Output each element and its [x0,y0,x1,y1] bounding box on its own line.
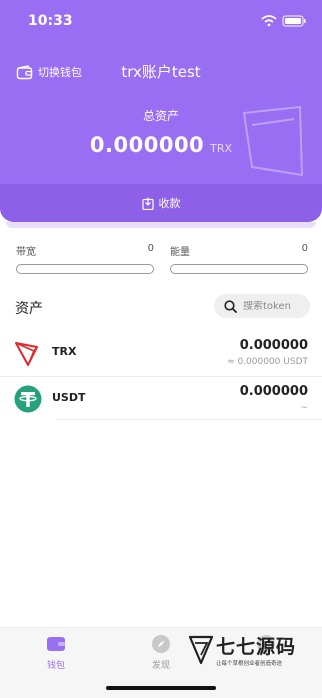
wallet-header-card: 10:33 切换钱包 trx账户test 总资产 0.000000 TRX 收款 [0,0,322,222]
total-assets-unit: TRX [210,142,233,155]
bandwidth-label: 带宽 [16,247,36,258]
watermark-logo-icon [188,635,214,665]
tab-discover-label: 发现 [151,661,170,671]
bandwidth-value: 0 [147,243,154,254]
wallet-name: trx账户test [121,63,201,81]
asset-fiat-value: ~ [300,403,308,413]
assets-title: 资产 [15,301,43,317]
asset-row-trx[interactable]: TRX 0.000000 ≈ 0.000000 USDT [0,330,322,377]
tron-logo-icon [15,342,38,366]
asset-amount: 0.000000 [239,384,308,399]
asset-divider [56,419,322,420]
wifi-icon [261,15,277,27]
bandwidth-progress-bar [16,264,154,274]
asset-amount: 0.000000 [239,338,308,353]
receive-icon [141,197,154,210]
wallet-icon [47,637,65,651]
total-assets-row: 0.000000 TRX [0,133,322,157]
receive-label: 收款 [158,197,181,210]
bandwidth-resource: 带宽 0 [16,243,154,274]
tab-discover[interactable]: 发现 [131,634,191,671]
battery-icon [282,15,306,27]
compass-icon [152,635,170,653]
header-shadow-strip [6,222,316,228]
energy-label: 能量 [170,247,190,258]
receive-button[interactable]: 收款 [0,184,322,222]
asset-symbol: USDT [52,391,86,404]
asset-fiat-value: ≈ 0.000000 USDT [227,357,308,367]
tether-logo-icon [14,385,42,413]
status-bar: 10:33 [0,0,322,40]
total-assets-value: 0.000000 [89,133,205,157]
tab-wallet-label: 钱包 [46,661,65,671]
token-search[interactable] [214,294,310,318]
status-icons [261,15,306,27]
energy-progress-bar [170,264,308,274]
watermark-title: 七七源码 [216,636,297,658]
watermark-subtitle: 让每个草根创业者创造奇迹 [216,661,283,667]
asset-row-usdt[interactable]: USDT 0.000000 ~ [0,376,322,423]
status-time: 10:33 [28,13,73,29]
watermark: 七七源码 让每个草根创业者创造奇迹 [186,632,312,672]
asset-symbol: TRX [52,345,77,358]
tab-wallet[interactable]: 钱包 [26,634,86,671]
search-input[interactable] [243,300,305,312]
energy-value: 0 [301,243,308,254]
home-indicator [106,686,216,690]
total-assets-label: 总资产 [142,109,179,123]
energy-resource: 能量 0 [170,243,308,274]
search-icon [224,299,237,313]
